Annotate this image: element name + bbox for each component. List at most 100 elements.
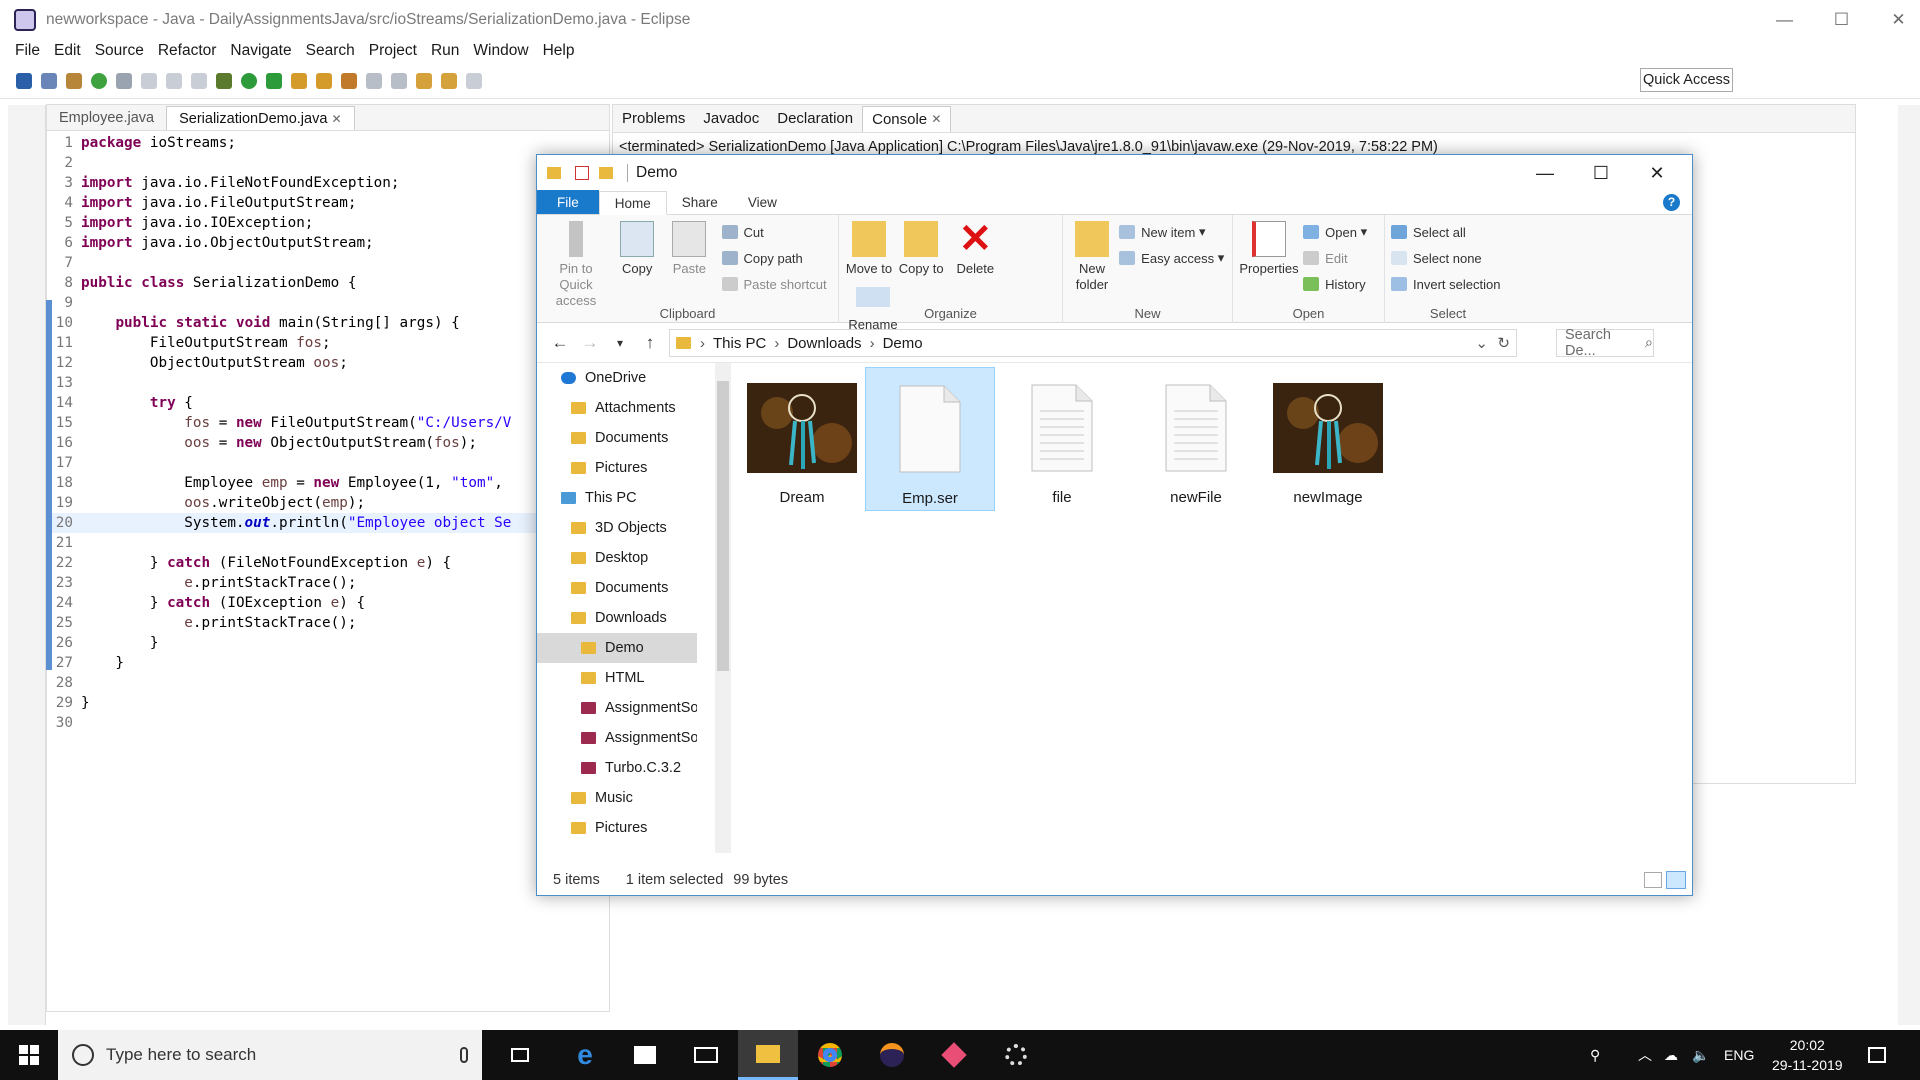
nav-item-music[interactable]: Music xyxy=(537,783,697,813)
menu-window[interactable]: Window xyxy=(473,42,528,60)
prev-annotation-icon[interactable] xyxy=(391,72,407,89)
maximize-button[interactable]: ☐ xyxy=(1813,0,1870,40)
code-line[interactable]: 14 try { xyxy=(47,393,611,413)
code-line[interactable]: 5 import java.io.IOException; xyxy=(47,213,611,233)
select-none-button[interactable]: Select none xyxy=(1391,245,1505,271)
open-button[interactable]: Open ▾ xyxy=(1303,219,1367,245)
code-line[interactable]: 3 import java.io.FileNotFoundException; xyxy=(47,173,611,193)
breadcrumb-this-pc[interactable]: This PC xyxy=(713,335,766,352)
nav-scrollbar[interactable] xyxy=(715,363,731,853)
code-line[interactable]: 29} xyxy=(47,693,611,713)
search-input[interactable]: Search De... ⌕ xyxy=(1556,327,1654,359)
explorer-minimize[interactable]: — xyxy=(1517,155,1573,191)
nav-item-assignmentsol[interactable]: AssignmentSol xyxy=(537,723,697,753)
breadcrumb-downloads[interactable]: Downloads xyxy=(787,335,861,352)
tab-javadoc[interactable]: Javadoc xyxy=(694,106,768,132)
paste-button[interactable]: Paste xyxy=(665,219,713,277)
delete-button[interactable]: ✕ Delete xyxy=(949,219,1001,277)
code-editor[interactable]: Employee.java SerializationDemo.java ✕ 1… xyxy=(46,104,611,1012)
code-line[interactable]: 23 e.printStackTrace(); xyxy=(47,573,611,593)
ribbon-tab-home[interactable]: Home xyxy=(598,191,667,215)
help-icon[interactable]: ? xyxy=(1663,194,1680,211)
menu-project[interactable]: Project xyxy=(369,42,417,60)
menu-file[interactable]: File xyxy=(15,42,40,60)
gitkraken-icon[interactable] xyxy=(924,1030,984,1080)
code-line[interactable]: 12 ObjectOutputStream oos; xyxy=(47,353,611,373)
history-button[interactable]: History xyxy=(1303,271,1367,297)
tab-console[interactable]: Console ✕ xyxy=(862,105,952,132)
toggle-icon[interactable] xyxy=(141,72,157,89)
file-item-newfile[interactable]: newFile xyxy=(1131,367,1261,511)
select-all-button[interactable]: Select all xyxy=(1391,219,1505,245)
properties-button[interactable]: Properties xyxy=(1239,219,1299,277)
back-arrow-icon[interactable]: ← xyxy=(545,333,575,353)
block-icon[interactable] xyxy=(191,72,207,89)
nav-item-html[interactable]: HTML xyxy=(537,663,697,693)
show-hidden-icons[interactable]: ︿ xyxy=(1638,1030,1652,1080)
file-explorer-taskbar-icon[interactable] xyxy=(738,1030,798,1080)
forward-arrow-icon[interactable]: → xyxy=(575,333,605,353)
copy-button[interactable]: Copy xyxy=(613,219,661,277)
file-item-dream[interactable]: Dream xyxy=(737,367,867,511)
run-icon[interactable] xyxy=(241,72,257,89)
code-line[interactable]: 4 import java.io.FileOutputStream; xyxy=(47,193,611,213)
forward-icon[interactable] xyxy=(441,72,457,89)
code-line[interactable]: 18 Employee emp = new Employee(1, "tom", xyxy=(47,473,611,493)
tab-employee-java[interactable]: Employee.java xyxy=(47,106,166,130)
code-line[interactable]: 16 oos = new ObjectOutputStream(fos); xyxy=(47,433,611,453)
edge-browser-icon[interactable]: e xyxy=(555,1030,615,1080)
close-tab-icon[interactable]: ✕ xyxy=(331,112,341,126)
code-line[interactable]: 10 public static void main(String[] args… xyxy=(47,313,611,333)
recent-locations-icon[interactable]: ▾ xyxy=(605,336,635,350)
windows-start-icon[interactable] xyxy=(0,1030,58,1080)
file-item-newimage[interactable]: newImage xyxy=(1263,367,1393,511)
code-line[interactable]: 13 xyxy=(47,373,611,393)
code-line[interactable]: 27 } xyxy=(47,653,611,673)
easy-access-button[interactable]: Easy access ▾ xyxy=(1119,245,1224,271)
code-line[interactable]: 26 } xyxy=(47,633,611,653)
task-view-icon[interactable] xyxy=(490,1030,550,1080)
code-line[interactable]: 20 System.out.println("Employee object S… xyxy=(47,513,611,533)
details-view-icon[interactable] xyxy=(1644,872,1662,888)
forward-disabled-icon[interactable] xyxy=(466,72,482,89)
settings-gear-icon[interactable] xyxy=(986,1030,1046,1080)
nav-item-downloads[interactable]: Downloads xyxy=(537,603,697,633)
nav-item-pictures[interactable]: Pictures xyxy=(537,453,697,483)
nav-item-turbo-c-3-2[interactable]: Turbo.C.3.2 xyxy=(537,753,697,783)
up-arrow-icon[interactable]: ↑ xyxy=(635,333,665,353)
code-line[interactable]: 28 xyxy=(47,673,611,693)
mail-icon[interactable] xyxy=(676,1030,736,1080)
mark-icon[interactable] xyxy=(166,72,182,89)
refresh-icon[interactable]: ↻ xyxy=(1497,334,1510,352)
new-icon[interactable] xyxy=(16,72,32,89)
copy-to-button[interactable]: Copy to xyxy=(897,219,945,277)
file-item-emp-ser[interactable]: Emp.ser xyxy=(865,367,995,511)
taskbar-search-box[interactable]: Type here to search xyxy=(58,1030,482,1080)
new-folder-button[interactable]: New folder xyxy=(1069,219,1115,293)
people-icon[interactable]: ⚲ xyxy=(1590,1030,1600,1080)
nav-item-desktop[interactable]: Desktop xyxy=(537,543,697,573)
new-folder-qat-icon[interactable] xyxy=(599,167,613,179)
pin-quick-access-button[interactable]: Pin to Quick access xyxy=(543,219,609,309)
menu-search[interactable]: Search xyxy=(306,42,355,60)
next-annotation-icon[interactable] xyxy=(366,72,382,89)
cut-button[interactable]: Cut xyxy=(721,219,827,245)
menu-refactor[interactable]: Refactor xyxy=(158,42,217,60)
explorer-maximize[interactable]: ☐ xyxy=(1573,155,1629,191)
nav-item-attachments[interactable]: Attachments xyxy=(537,393,697,423)
menu-source[interactable]: Source xyxy=(95,42,144,60)
close-tab-icon[interactable]: ✕ xyxy=(931,112,941,126)
clock[interactable]: 20:02 29-11-2019 xyxy=(1772,1030,1843,1080)
menu-help[interactable]: Help xyxy=(543,42,575,60)
quick-access-field[interactable]: Quick Access xyxy=(1640,68,1733,92)
address-bar[interactable]: › This PC › Downloads › Demo ⌄ ↻ xyxy=(669,329,1517,357)
code-line[interactable]: 24 } catch (IOException e) { xyxy=(47,593,611,613)
copy-path-button[interactable]: Copy path xyxy=(721,245,827,271)
code-line[interactable]: 9 xyxy=(47,293,611,313)
code-line[interactable]: 17 xyxy=(47,453,611,473)
code-line[interactable]: 25 e.printStackTrace(); xyxy=(47,613,611,633)
code-line[interactable]: 8 public class SerializationDemo { xyxy=(47,273,611,293)
open-folder-icon[interactable] xyxy=(316,72,332,89)
explorer-close[interactable]: ✕ xyxy=(1629,155,1685,191)
bug-icon[interactable] xyxy=(216,72,232,89)
